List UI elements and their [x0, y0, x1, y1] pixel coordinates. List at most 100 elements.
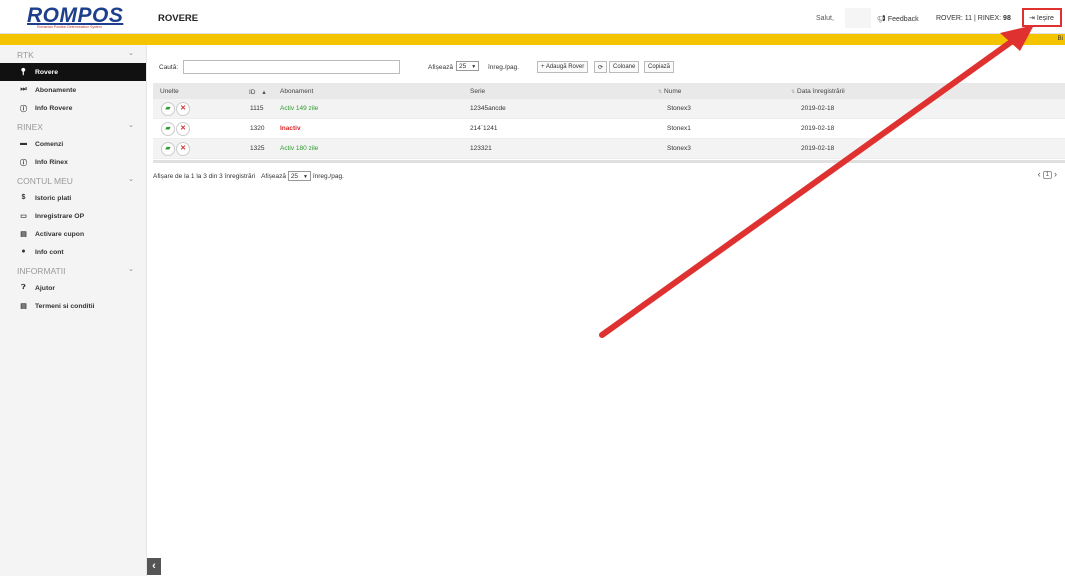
open-folder-icon[interactable]: ▰ [161, 142, 175, 156]
section-title: CONTUL MEU [17, 176, 73, 186]
search-input[interactable] [183, 60, 400, 74]
chevron-right-icon[interactable]: › [1054, 169, 1057, 179]
sidebar-item-info-rovere[interactable]: ⓘ Info Rovere [0, 99, 146, 117]
sort-asc-icon: ▴ [262, 89, 266, 96]
sidebar-section-rtk[interactable]: RTK ⌄ [0, 45, 146, 63]
row-tools: ▰ ✕ [161, 122, 191, 136]
table-row[interactable]: ▰ ✕ 1320 Inactiv 214`1241 Stonex1 2019-02… [153, 119, 1065, 139]
footer-page-size-select[interactable]: 25 ▼ [287, 171, 311, 181]
per-page-label: înreg./pag. [488, 64, 520, 71]
sidebar-item-label: Ajutor [35, 285, 56, 292]
feedback-label: Feedback [887, 16, 919, 23]
col-abonament[interactable]: Abonament [280, 88, 313, 95]
cell-abonament: Activ 149 zile [280, 105, 319, 112]
page-title: ROVERE [158, 13, 199, 24]
col-id[interactable]: ID ▴ [249, 88, 266, 96]
logout-icon: ⇥ [1029, 15, 1035, 22]
sidebar-item-istoric-plati[interactable]: $ Istoric plati [0, 189, 146, 207]
chevron-left-icon[interactable]: ‹ [1038, 169, 1041, 179]
sidebar-collapse-button[interactable]: ‹ [147, 558, 161, 575]
page-button[interactable]: 1 [1042, 171, 1052, 179]
megaphone-icon: 📢︎ [877, 16, 886, 23]
info-icon: ⓘ [20, 106, 27, 113]
user-icon: ● [21, 248, 26, 255]
counters: ROVER: 11 | RINEX: 98 [936, 15, 1011, 22]
cell-serie: 12345ancde [470, 105, 506, 112]
sidebar-item-inregistrare-op[interactable]: ▭ Inregistrare OP [0, 207, 146, 225]
table-info: Afișare de la 1 la 3 din 3 înregistrări … [153, 171, 344, 181]
sidebar: RTK ⌄ 📍︎ Rovere ⏭︎ Abonamente ⓘ Info Rov… [0, 45, 147, 576]
chevron-down-icon: ⌄ [128, 266, 134, 273]
open-folder-icon[interactable]: ▰ [161, 122, 175, 136]
page-size-select[interactable]: 25 ▼ [456, 61, 480, 71]
columns-button[interactable]: Coloane [609, 61, 640, 73]
col-unelte[interactable]: Unelte [160, 88, 179, 95]
sidebar-item-termeni[interactable]: ▤ Termeni si conditii [0, 297, 146, 315]
sidebar-item-abonamente[interactable]: ⏭︎ Abonamente [0, 81, 146, 99]
table-scrollbar[interactable] [153, 160, 1065, 163]
col-data-label: Data înregistrării [797, 88, 845, 95]
card-icon: ▭ [20, 213, 27, 220]
notification-banner: Bi [0, 34, 1065, 45]
cell-data: 2019-02-18 [801, 145, 835, 152]
search-label: Caută: [159, 64, 179, 71]
sidebar-item-label: Comenzi [35, 141, 64, 148]
col-serie[interactable]: Serie [470, 88, 485, 95]
cell-nume: Stonex1 [667, 125, 691, 132]
sidebar-item-info-rinex[interactable]: ⓘ Info Rinex [0, 153, 146, 171]
sidebar-item-label: Rovere [35, 69, 59, 76]
add-rover-button[interactable]: + Adaugă Rover [537, 61, 589, 73]
sidebar-section-contul-meu[interactable]: CONTUL MEU ⌄ [0, 171, 146, 189]
cell-id: 1325 [250, 145, 265, 152]
cell-abonament: Inactiv [280, 125, 301, 132]
sidebar-item-info-cont[interactable]: ● Info cont [0, 243, 146, 261]
section-title: INFORMATII [17, 266, 66, 276]
col-data[interactable]: ⇅ Data înregistrării [791, 88, 845, 95]
sort-icon: ⇅ [658, 89, 663, 95]
logout-label: Ieșire [1036, 15, 1054, 22]
rovers-table: Unelte ID ▴ Abonament Serie ⇅ Nume ⇅ Dat… [153, 83, 1065, 159]
username-placeholder [845, 8, 871, 28]
col-nume-label: Nume [664, 88, 682, 95]
dropdown-arrow-icon: ▼ [303, 174, 308, 180]
rompos-logo[interactable]: ROMPOS Romanian Position Determination S… [27, 4, 137, 30]
page-size-value: 25 [459, 63, 467, 70]
sidebar-item-label: Info Rinex [35, 159, 68, 166]
pagination: ‹ 1 › [1038, 169, 1057, 179]
chevron-down-icon: ⌄ [128, 176, 134, 183]
chevron-down-icon: ⌄ [128, 50, 134, 57]
sidebar-item-label: Abonamente [35, 87, 77, 94]
table-row[interactable]: ▰ ✕ 1115 Activ 149 zile 12345ancde Stonex… [153, 99, 1065, 119]
sidebar-section-informatii[interactable]: INFORMATII ⌄ [0, 261, 146, 279]
feedback-link[interactable]: 📢︎ Feedback [877, 15, 919, 23]
delete-icon[interactable]: ✕ [176, 102, 190, 116]
refresh-button[interactable]: ⟳ [594, 61, 608, 73]
open-folder-icon[interactable]: ▰ [161, 102, 175, 116]
cell-abonament: Activ 180 zile [280, 145, 319, 152]
sidebar-item-rovere[interactable]: 📍︎ Rovere [0, 63, 146, 81]
chevron-down-icon: ⌄ [128, 122, 134, 129]
refresh-icon: ⟳ [598, 65, 604, 71]
header: ROMPOS Romanian Position Determination S… [0, 0, 1065, 34]
cell-data: 2019-02-18 [801, 105, 835, 112]
info-icon: ⓘ [20, 160, 27, 167]
sidebar-section-rinex[interactable]: RINEX ⌄ [0, 117, 146, 135]
sidebar-item-activare-cupon[interactable]: ▤ Activare cupon [0, 225, 146, 243]
table-row[interactable]: ▰ ✕ 1325 Activ 180 zile 123321 Stonex3 20… [153, 139, 1065, 159]
row-tools: ▰ ✕ [161, 142, 191, 156]
col-nume[interactable]: ⇅ Nume [658, 88, 681, 95]
delete-icon[interactable]: ✕ [176, 122, 190, 136]
logout-button[interactable]: ⇥ Ieșire [1022, 8, 1062, 27]
copy-button[interactable]: Copiază [644, 61, 675, 73]
folder-icon: ▬ [20, 140, 27, 147]
col-id-label: ID [249, 89, 256, 96]
sidebar-item-comenzi[interactable]: ▬ Comenzi [0, 135, 146, 153]
sidebar-item-label: Inregistrare OP [35, 213, 85, 220]
section-title: RINEX [17, 122, 43, 132]
delete-icon[interactable]: ✕ [176, 142, 190, 156]
sidebar-item-ajutor[interactable]: ❓︎ Ajutor [0, 279, 146, 297]
file-icon: ▤ [20, 303, 27, 310]
footer-per-page-label: înreg./pag. [312, 173, 344, 180]
row-tools: ▰ ✕ [161, 102, 191, 116]
sidebar-item-label: Termeni si conditii [35, 303, 95, 310]
